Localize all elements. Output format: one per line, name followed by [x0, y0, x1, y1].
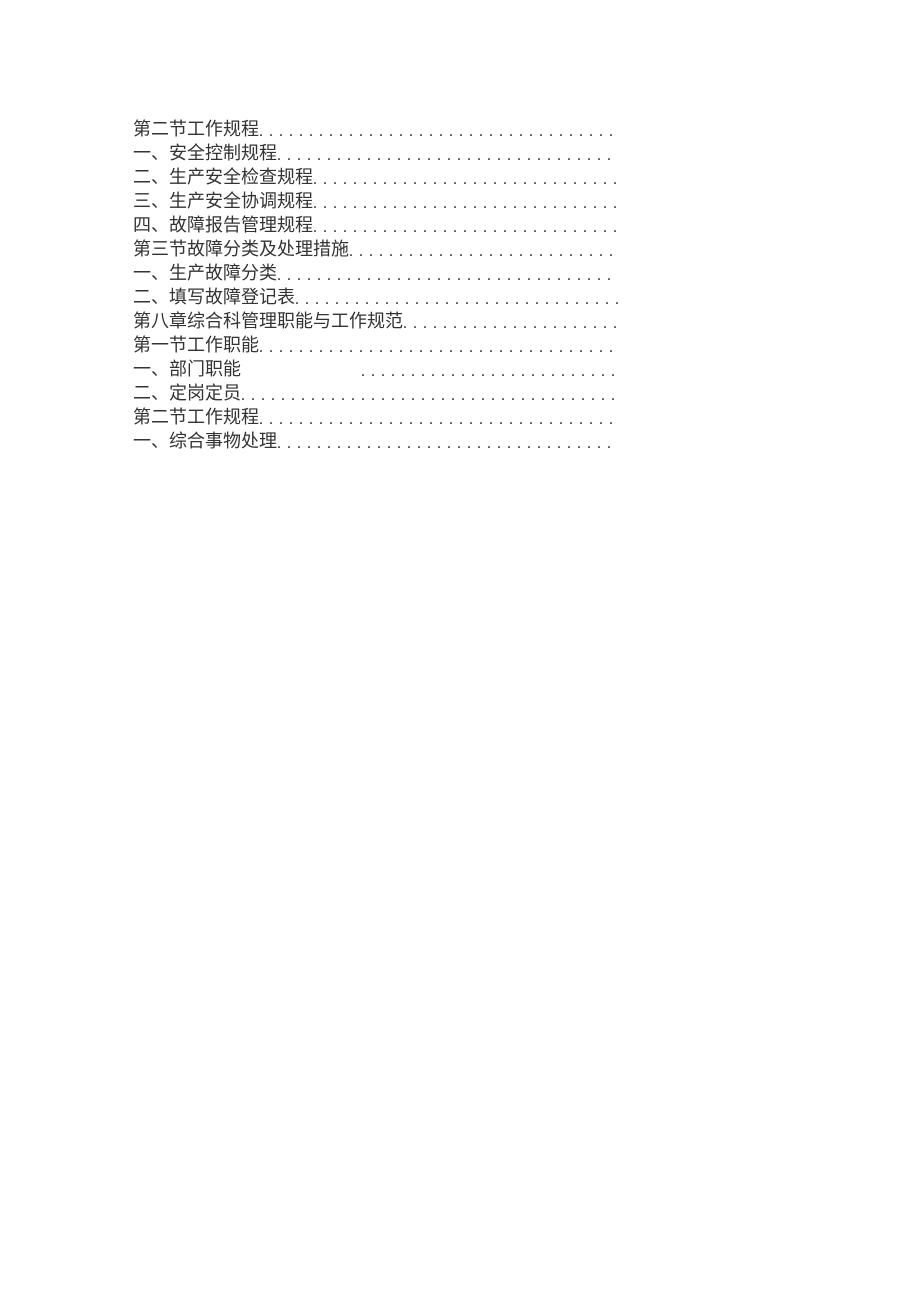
toc-text: 四、故障报告管理规程	[133, 211, 313, 235]
toc-leader-dots	[259, 339, 618, 355]
toc-leader-dots	[277, 267, 618, 283]
toc-entry: 第八章综合科管理职能与工作规范	[133, 307, 618, 331]
toc-leader-dots	[349, 243, 618, 259]
toc-entry: 四、故障报告管理规程	[133, 211, 618, 235]
toc-leader-dots	[259, 411, 618, 427]
table-of-contents: 第二节工作规程 一、安全控制规程 二、生产安全检查规程 三、生产安全协调规程 四…	[133, 115, 618, 451]
toc-leader-dots	[313, 171, 618, 187]
toc-text: 二、生产安全检查规程	[133, 163, 313, 187]
toc-text: 第二节工作规程	[133, 115, 259, 139]
toc-leader-dots	[403, 315, 618, 331]
toc-leader-dots	[361, 363, 618, 379]
toc-text: 一、部门职能	[133, 355, 241, 379]
toc-entry: 二、定岗定员	[133, 379, 618, 403]
toc-entry: 二、填写故障登记表	[133, 283, 618, 307]
toc-text: 二、定岗定员	[133, 379, 241, 403]
toc-entry: 一、综合事物处理	[133, 427, 618, 451]
toc-leader-dots	[259, 123, 618, 139]
toc-text: 第八章综合科管理职能与工作规范	[133, 307, 403, 331]
toc-entry: 第二节工作规程	[133, 403, 618, 427]
toc-entry: 第二节工作规程	[133, 115, 618, 139]
toc-entry: 二、生产安全检查规程	[133, 163, 618, 187]
toc-text: 第三节故障分类及处理措施	[133, 235, 349, 259]
toc-text: 一、生产故障分类	[133, 259, 277, 283]
toc-leader-dots	[295, 291, 618, 307]
toc-text: 一、安全控制规程	[133, 139, 277, 163]
toc-text: 第一节工作职能	[133, 331, 259, 355]
toc-text: 一、综合事物处理	[133, 427, 277, 451]
toc-leader-dots	[277, 147, 618, 163]
toc-text: 三、生产安全协调规程	[133, 187, 313, 211]
toc-entry: 三、生产安全协调规程	[133, 187, 618, 211]
toc-leader-dots	[277, 435, 618, 451]
toc-entry: 一、安全控制规程	[133, 139, 618, 163]
toc-leader-dots	[241, 387, 618, 403]
toc-leader-dots	[313, 219, 618, 235]
toc-text: 二、填写故障登记表	[133, 283, 295, 307]
toc-entry: 一、部门职能	[133, 355, 618, 379]
toc-entry: 第三节故障分类及处理措施	[133, 235, 618, 259]
toc-text: 第二节工作规程	[133, 403, 259, 427]
toc-entry: 第一节工作职能	[133, 331, 618, 355]
toc-entry: 一、生产故障分类	[133, 259, 618, 283]
toc-leader-dots	[313, 195, 618, 211]
